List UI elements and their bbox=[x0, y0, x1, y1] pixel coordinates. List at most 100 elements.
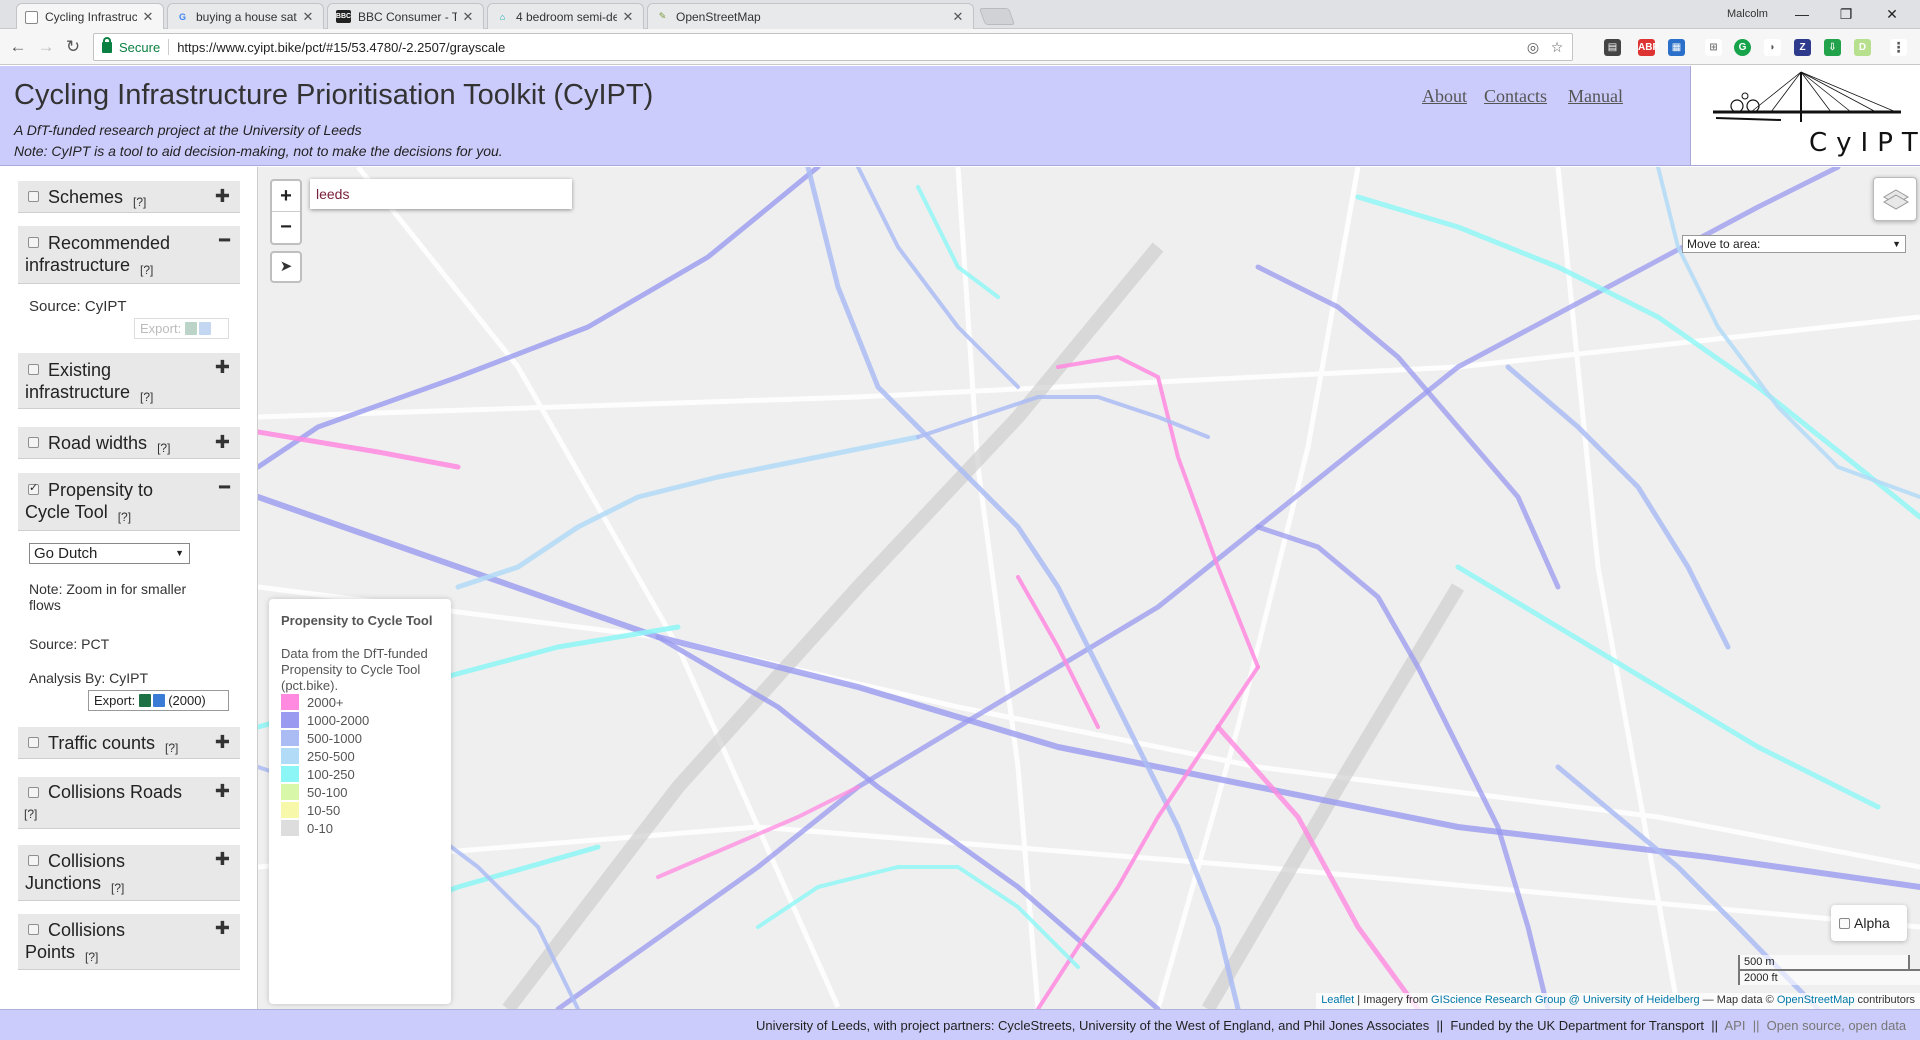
browser-tab-osm[interactable]: ✎ OpenStreetMap ✕ bbox=[647, 3, 974, 29]
legend-swatch bbox=[281, 694, 299, 710]
help-link[interactable]: [?] bbox=[157, 441, 170, 455]
nav-manual[interactable]: Manual bbox=[1568, 86, 1623, 107]
traffic-checkbox[interactable] bbox=[28, 737, 39, 748]
zoom-in-button[interactable]: + bbox=[272, 181, 300, 212]
giscience-link[interactable]: GIScience Research Group @ University of… bbox=[1431, 994, 1700, 1006]
locate-icon[interactable]: ➤ bbox=[270, 251, 302, 283]
minimize-icon[interactable]: — bbox=[1782, 3, 1822, 25]
road-widths-checkbox[interactable] bbox=[28, 437, 39, 448]
cyipt-logo[interactable]: CyIPT bbox=[1690, 66, 1920, 166]
help-link[interactable]: [?] bbox=[118, 510, 131, 524]
layer-traffic-counts[interactable]: Traffic counts [?] ✚ bbox=[18, 727, 240, 759]
existing-checkbox[interactable] bbox=[28, 364, 39, 375]
export-button[interactable]: Export: (2000) bbox=[88, 690, 229, 711]
open-source-link[interactable]: Open source, open data bbox=[1767, 1018, 1907, 1033]
expand-icon[interactable]: ✚ bbox=[215, 781, 230, 802]
close-icon[interactable]: ✕ bbox=[621, 9, 635, 25]
leaflet-link[interactable]: Leaflet bbox=[1321, 994, 1354, 1006]
expand-icon[interactable]: ✚ bbox=[215, 357, 230, 378]
expand-icon[interactable]: ✚ bbox=[215, 186, 230, 207]
collapse-icon[interactable]: ━ bbox=[219, 477, 230, 498]
map-attribution: Leaflet | Imagery from GIScience Researc… bbox=[1316, 993, 1920, 1009]
grammarly-icon[interactable]: G bbox=[1734, 39, 1751, 56]
address-bar[interactable]: Secure https://www.cyipt.bike/pct/#15/53… bbox=[93, 33, 1573, 61]
help-link[interactable]: [?] bbox=[24, 807, 37, 821]
layer-propensity-to-cycle[interactable]: Propensity to Cycle Tool[?] ━ bbox=[18, 473, 240, 531]
adblock-icon[interactable]: ABP bbox=[1638, 39, 1659, 56]
search-input[interactable]: leeds bbox=[310, 179, 572, 209]
new-tab-button[interactable] bbox=[978, 8, 1016, 25]
url-text[interactable]: https://www.cyipt.bike/pct/#15/53.4780/-… bbox=[177, 40, 1524, 55]
geojson-icon[interactable] bbox=[153, 694, 166, 707]
api-link[interactable]: API bbox=[1725, 1018, 1746, 1033]
close-icon[interactable]: ✕ bbox=[141, 9, 155, 25]
collisions-points-checkbox[interactable] bbox=[28, 924, 39, 935]
nav-about[interactable]: About bbox=[1422, 86, 1467, 107]
csv-icon[interactable] bbox=[139, 694, 152, 707]
browser-user-name[interactable]: Malcolm bbox=[1727, 8, 1768, 20]
layer-collisions-roads[interactable]: Collisions Roads [?] ✚ bbox=[18, 777, 240, 829]
help-link[interactable]: [?] bbox=[140, 263, 153, 277]
help-link[interactable]: [?] bbox=[165, 741, 178, 755]
schemes-checkbox[interactable] bbox=[28, 191, 39, 202]
help-link[interactable]: [?] bbox=[111, 881, 124, 895]
forward-icon[interactable]: → bbox=[34, 36, 58, 58]
map-canvas[interactable]: + − ➤ leeds Move to area: ▼ Propensity to… bbox=[258, 167, 1920, 1009]
expand-icon[interactable]: ✚ bbox=[215, 918, 230, 939]
menu-icon[interactable]: ⋮ bbox=[1890, 39, 1907, 56]
reload-icon[interactable]: ↻ bbox=[61, 36, 85, 58]
layer-collisions-junctions[interactable]: Collisions Junctions [?] ✚ bbox=[18, 845, 240, 901]
legend-item: 250-500 bbox=[281, 748, 355, 766]
bookmark-star-icon[interactable]: ☆ bbox=[1548, 38, 1566, 56]
recommended-checkbox[interactable] bbox=[28, 237, 39, 248]
collisions-roads-checkbox[interactable] bbox=[28, 787, 39, 798]
help-link[interactable]: [?] bbox=[133, 195, 146, 209]
nav-contacts[interactable]: Contacts bbox=[1484, 86, 1547, 107]
layers-button[interactable] bbox=[1873, 177, 1917, 221]
speaker-icon[interactable]: ◗ bbox=[1764, 39, 1781, 56]
layer-label: infrastructure [?] bbox=[25, 255, 154, 277]
subtitle: A DfT-funded research project at the Uni… bbox=[14, 122, 362, 138]
collapse-icon[interactable]: ━ bbox=[219, 230, 230, 251]
layer-label: infrastructure [?] bbox=[25, 382, 154, 404]
layer-collisions-points[interactable]: Collisions Points [?] ✚ bbox=[18, 914, 240, 970]
close-icon[interactable]: ✕ bbox=[951, 9, 965, 25]
layer-recommended-infrastructure[interactable]: Recommended infrastructure [?] ━ bbox=[18, 226, 240, 284]
pct-checkbox[interactable] bbox=[28, 481, 39, 495]
layer-road-widths[interactable]: Road widths [?] ✚ bbox=[18, 427, 240, 459]
layer-label: Road widths [?] bbox=[48, 433, 171, 455]
expand-icon[interactable]: ✚ bbox=[215, 732, 230, 753]
layer-schemes[interactable]: Schemes [?] ✚ bbox=[18, 181, 240, 213]
alpha-toggle[interactable]: Alpha bbox=[1831, 905, 1907, 941]
extension-icon[interactable]: D bbox=[1854, 39, 1871, 56]
browser-tab-cyipt[interactable]: Cycling Infrastructure Pri ✕ bbox=[16, 3, 164, 30]
zoom-out-button[interactable]: − bbox=[272, 212, 300, 243]
zotero-icon[interactable]: Z bbox=[1794, 39, 1811, 56]
browser-tab-google[interactable]: G buying a house satges# ✕ bbox=[167, 3, 324, 29]
location-icon[interactable]: ◎ bbox=[1524, 38, 1542, 56]
scenario-select[interactable]: Go Dutch ▼ bbox=[29, 543, 190, 564]
layer-existing-infrastructure[interactable]: Existing infrastructure [?] ✚ bbox=[18, 353, 240, 409]
osm-link[interactable]: OpenStreetMap bbox=[1777, 994, 1855, 1006]
zoom-control: + − bbox=[270, 179, 302, 245]
extension-icon[interactable]: ⇩ bbox=[1824, 39, 1841, 56]
extension-icon[interactable]: ▦ bbox=[1668, 39, 1685, 56]
alpha-checkbox[interactable] bbox=[1839, 918, 1850, 929]
browser-tab-house[interactable]: ⌂ 4 bedroom semi-detache ✕ bbox=[487, 3, 644, 29]
extension-icon[interactable]: ⊞ bbox=[1705, 39, 1722, 56]
expand-icon[interactable]: ✚ bbox=[215, 849, 230, 870]
extension-icon[interactable]: ▤ bbox=[1604, 39, 1621, 56]
help-link[interactable]: [?] bbox=[140, 390, 153, 404]
tab-label: BBC Consumer - The hom bbox=[358, 9, 457, 24]
close-icon[interactable]: ✕ bbox=[301, 9, 315, 25]
expand-icon[interactable]: ✚ bbox=[215, 432, 230, 453]
move-to-area-select[interactable]: Move to area: ▼ bbox=[1682, 235, 1906, 253]
restore-icon[interactable]: ❐ bbox=[1826, 3, 1866, 25]
close-window-icon[interactable]: ✕ bbox=[1872, 3, 1912, 25]
back-icon[interactable]: ← bbox=[6, 36, 30, 58]
help-link[interactable]: [?] bbox=[85, 950, 98, 964]
street-network bbox=[258, 167, 1920, 1009]
collisions-junctions-checkbox[interactable] bbox=[28, 855, 39, 866]
browser-tab-bbc[interactable]: BBC BBC Consumer - The hom ✕ bbox=[327, 3, 484, 29]
close-icon[interactable]: ✕ bbox=[461, 9, 475, 25]
